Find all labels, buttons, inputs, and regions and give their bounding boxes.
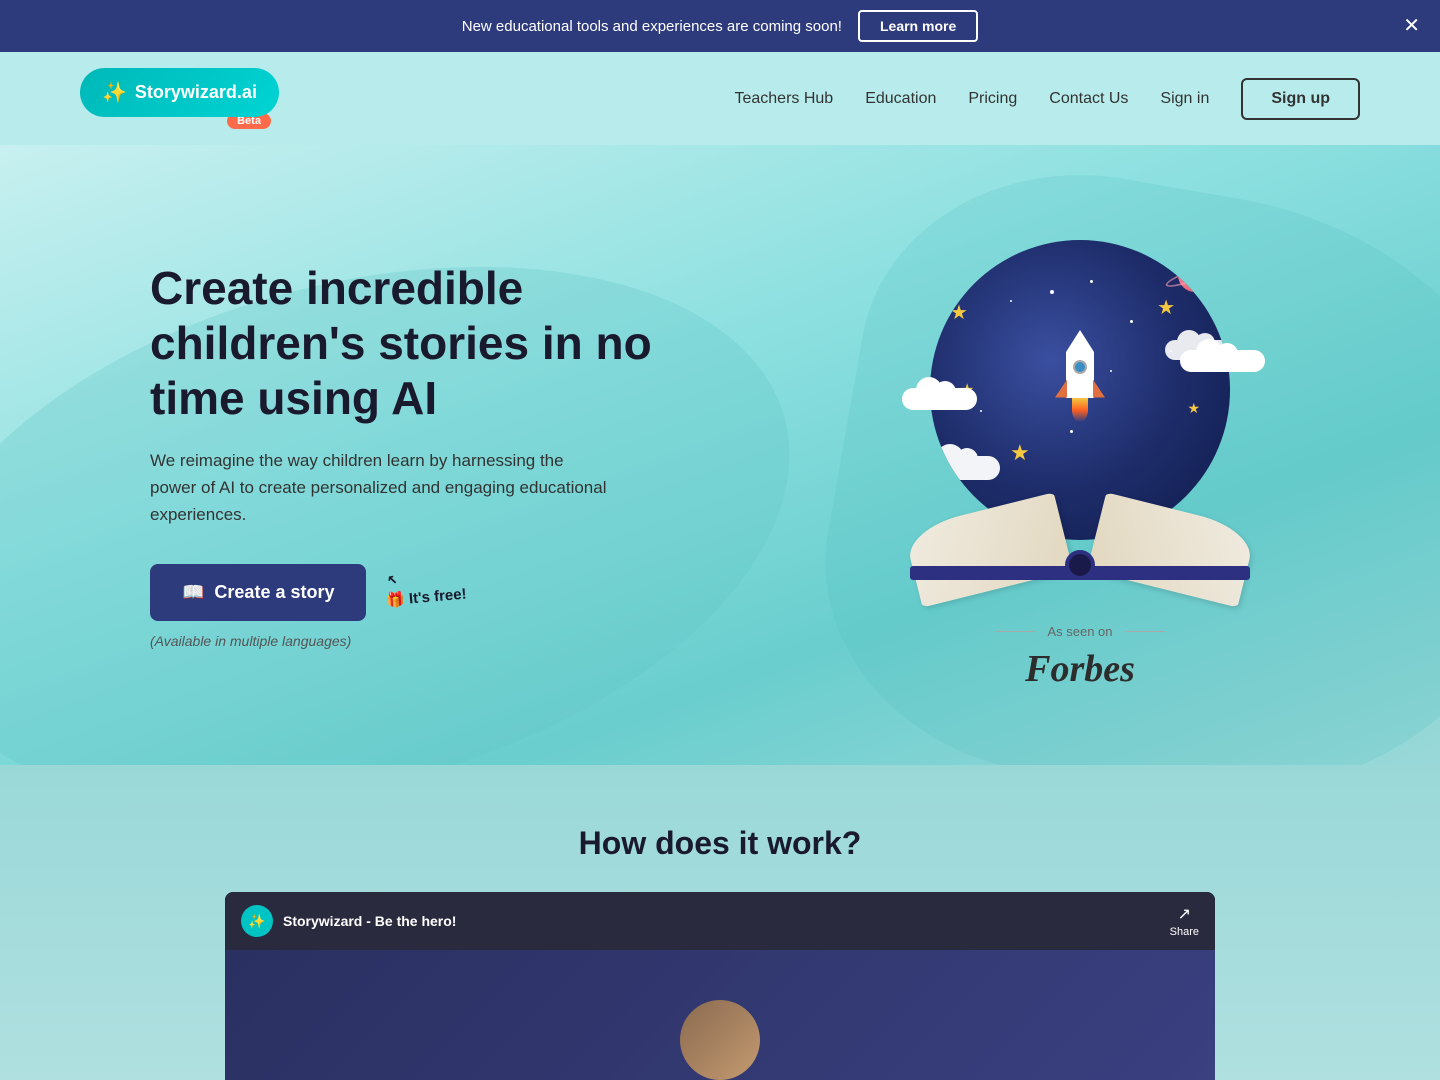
create-story-label: Create a story	[214, 582, 334, 603]
free-annotation: ↖ 🎁 It's free!	[386, 564, 467, 606]
available-languages-text: (Available in multiple languages)	[150, 633, 710, 649]
gift-icon: 🎁	[386, 591, 406, 610]
star-6	[980, 410, 982, 412]
video-container: ✨ Storywizard - Be the hero! ↗ Share	[225, 892, 1215, 1080]
hero-content: Create incredible children's stories in …	[70, 160, 1370, 751]
arrow-icon: ↖	[385, 571, 399, 589]
night-sky-circle: ★ ★ ★ ★ ★	[930, 240, 1230, 540]
star-8	[1110, 370, 1112, 372]
contact-link[interactable]: Contact Us	[1049, 90, 1128, 107]
teachers-hub-link[interactable]: Teachers Hub	[734, 90, 833, 107]
channel-name: Storywizard - Be the hero!	[283, 913, 456, 929]
planet-ring	[1164, 259, 1224, 291]
announcement-text: New educational tools and experiences ar…	[462, 18, 842, 35]
share-icon: ↗	[1178, 904, 1191, 924]
close-announcement-button[interactable]: ✕	[1403, 16, 1420, 36]
star-7	[1050, 290, 1054, 294]
gold-star-1: ★	[950, 300, 968, 325]
gold-star-4: ★	[1157, 295, 1175, 320]
how-title: How does it work?	[80, 825, 1360, 862]
video-person-thumbnail	[680, 1000, 760, 1080]
logo[interactable]: ✨ Storywizard.ai	[80, 68, 279, 117]
nav-links: Teachers Hub Education Pricing Contact U…	[734, 78, 1360, 120]
forbes-section: As seen on Forbes	[995, 624, 1164, 691]
share-button[interactable]: ↗ Share	[1170, 904, 1199, 938]
star-1	[970, 270, 973, 273]
nav-item-education[interactable]: Education	[865, 90, 936, 108]
video-thumbnail[interactable]	[225, 950, 1215, 1080]
book-right-page	[1087, 492, 1257, 607]
video-header: ✨ Storywizard - Be the hero! ↗ Share	[225, 892, 1215, 950]
rocket-wrapper	[1066, 330, 1094, 422]
logo-container: ✨ Storywizard.ai Beta	[80, 68, 279, 129]
star-3	[1130, 320, 1133, 323]
cloud-left	[930, 456, 1000, 480]
hero-section: Create incredible children's stories in …	[0, 145, 1440, 765]
hero-right: ★ ★ ★ ★ ★	[870, 220, 1290, 691]
hero-subtitle: We reimagine the way children learn by h…	[150, 447, 610, 529]
hero-title: Create incredible children's stories in …	[150, 261, 710, 427]
rocket-fin-left	[1055, 380, 1067, 398]
main-nav: ✨ Storywizard.ai Beta Teachers Hub Educa…	[0, 52, 1440, 145]
hero-left: Create incredible children's stories in …	[150, 261, 710, 649]
forbes-logo-text: Forbes	[1025, 647, 1135, 691]
star-9	[1070, 430, 1073, 433]
book-icon: 📖	[182, 582, 204, 603]
cloud-outer-right	[1180, 350, 1265, 372]
cloud-outer-left	[902, 388, 977, 410]
signin-link[interactable]: Sign in	[1160, 90, 1209, 107]
nav-item-pricing[interactable]: Pricing	[968, 90, 1017, 108]
channel-icon: ✨	[241, 905, 273, 937]
as-seen-on-text: As seen on	[995, 624, 1164, 639]
video-channel: ✨ Storywizard - Be the hero!	[241, 905, 456, 937]
logo-text: Storywizard.ai	[135, 82, 257, 103]
share-label: Share	[1170, 926, 1199, 938]
cta-row: 📖 Create a story ↖ 🎁 It's free!	[150, 564, 710, 621]
signup-button[interactable]: Sign up	[1241, 78, 1360, 120]
nav-item-contact[interactable]: Contact Us	[1049, 90, 1128, 108]
star-2	[1010, 300, 1012, 302]
nav-item-signin[interactable]: Sign in	[1160, 90, 1209, 108]
planet	[1178, 258, 1212, 292]
rocket	[1066, 330, 1094, 422]
star-5	[1090, 280, 1093, 283]
rocket-body	[1066, 352, 1094, 398]
gold-star-5: ★	[1187, 400, 1200, 417]
cta-area: 📖 Create a story ↖ 🎁 It's free! (Availab…	[150, 564, 710, 649]
gold-star-3: ★	[1010, 440, 1030, 466]
rocket-flame	[1072, 398, 1088, 422]
its-free-text: 🎁 It's free!	[386, 585, 468, 610]
rocket-tip	[1066, 330, 1094, 352]
announcement-banner: New educational tools and experiences ar…	[0, 0, 1440, 52]
book-left-page	[903, 492, 1073, 607]
nav-item-teachers-hub[interactable]: Teachers Hub	[734, 90, 833, 108]
create-story-button[interactable]: 📖 Create a story	[150, 564, 366, 621]
education-link[interactable]: Education	[865, 90, 936, 107]
illustration: ★ ★ ★ ★ ★	[890, 220, 1270, 600]
rocket-window	[1073, 360, 1087, 374]
rocket-fin-right	[1093, 380, 1105, 398]
pricing-link[interactable]: Pricing	[968, 90, 1017, 107]
wizard-icon: ✨	[102, 80, 127, 105]
star-10	[1160, 260, 1162, 262]
learn-more-button[interactable]: Learn more	[858, 10, 978, 42]
book-spine-circle	[1065, 550, 1095, 580]
how-section: How does it work? ✨ Storywizard - Be the…	[0, 765, 1440, 1080]
nav-item-signup[interactable]: Sign up	[1241, 78, 1360, 120]
